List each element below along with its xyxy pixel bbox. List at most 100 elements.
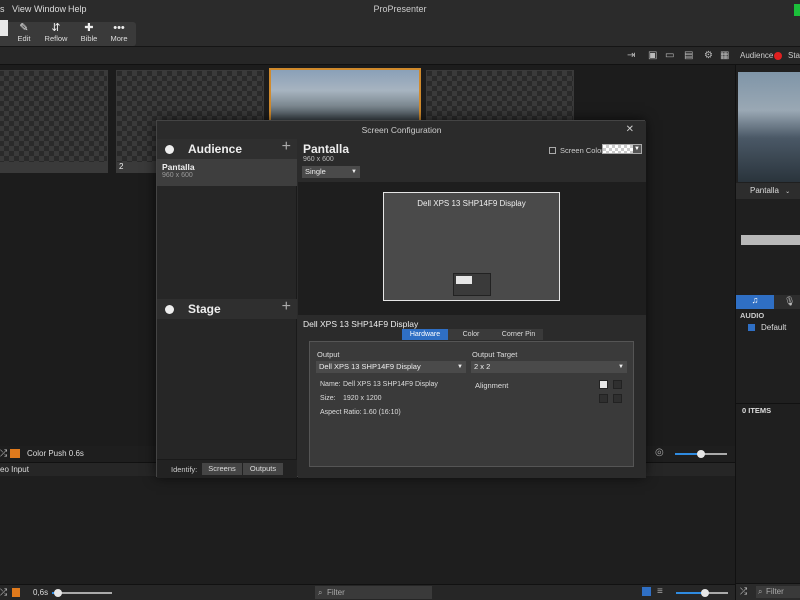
list-view-icon[interactable]: ≡ [657, 586, 663, 597]
slide-thumbnail-selected[interactable] [269, 68, 421, 123]
title-bar: s View Window Help ProPresenter [0, 0, 800, 20]
mode-select[interactable]: Single ▼ [302, 166, 360, 178]
close-icon[interactable]: ✕ [626, 124, 634, 135]
transition-icon[interactable] [10, 449, 20, 458]
alignment-cell[interactable] [599, 380, 608, 389]
tab-hardware[interactable]: Hardware [402, 329, 448, 340]
identify-screens-button[interactable]: Screens [202, 463, 242, 475]
output-target-grid [453, 273, 491, 296]
audience-live-dot[interactable] [774, 52, 782, 60]
audience-label: Audience [740, 51, 774, 60]
screen-select-label: Pantalla [750, 186, 779, 195]
screen-list-item[interactable]: Pantalla 960 x 600 [157, 159, 297, 186]
stage-label: Sta [788, 51, 800, 60]
output-target-select[interactable]: 2 x 2 ▼ [471, 361, 627, 373]
name-label: Name: [320, 381, 341, 388]
slide-label [0, 162, 107, 172]
output-target-value: 2 x 2 [474, 362, 491, 371]
edit-label: Edit [17, 34, 31, 43]
screen-color-checkbox[interactable] [549, 147, 556, 154]
output-target-label: Output Target [472, 350, 518, 359]
image-icon[interactable]: ▭ [665, 50, 674, 61]
output-label: Output [317, 350, 340, 359]
add-stage-screen-button[interactable]: + [282, 298, 291, 316]
audience-heading: Audience [188, 142, 243, 156]
output-select-value: Dell XPS 13 SHP14F9 Display [319, 362, 421, 371]
audio-slider-knob[interactable] [697, 450, 705, 458]
playlist-item-default[interactable]: Default [748, 323, 786, 332]
music-note-icon: ♫ [751, 295, 759, 305]
alignment-cell[interactable] [613, 380, 622, 389]
display-preview[interactable]: Dell XPS 13 SHP14F9 Display [383, 192, 560, 301]
alignment-label: Alignment [475, 381, 509, 390]
aspect-ratio-label: Aspect Ratio: [320, 409, 362, 416]
display-label: Dell XPS 13 SHP14F9 Display [417, 199, 526, 208]
thumb-zoom-knob[interactable] [54, 589, 62, 597]
hardware-panel: Output Dell XPS 13 SHP14F9 Display ▼ Out… [309, 341, 634, 467]
chevron-down-icon: ⌄ [785, 189, 791, 195]
screen-configuration-dialog: Screen Configuration ✕ Audience + Pantal… [156, 120, 646, 478]
screen-canvas: Dell XPS 13 SHP14F9 Display [298, 182, 646, 315]
arrow-right-icon[interactable]: ⇥ [627, 50, 635, 61]
bible-button[interactable]: ✚ Bible [78, 22, 100, 46]
microphone-icon[interactable]: 🎙 [784, 296, 795, 307]
screen-header: Pantalla 960 x 600 Screen Color ▼ [298, 139, 646, 165]
alignment-cell[interactable] [599, 394, 608, 403]
right-panel-tabs: ♫ 🎙 [736, 295, 800, 309]
reflow-label: Reflow [44, 34, 68, 43]
shuffle-icon[interactable]: ⤮ [0, 448, 7, 459]
slide-thumbnail[interactable] [0, 70, 108, 173]
output-select[interactable]: Dell XPS 13 SHP14F9 Display ▼ [316, 361, 466, 373]
filter-input[interactable]: ⌕ Filter [756, 586, 800, 598]
identify-outputs-button[interactable]: Outputs [243, 463, 283, 475]
grid-view-icon[interactable] [642, 587, 651, 596]
gear-icon[interactable]: ⚙ [704, 50, 713, 61]
screen-detail-panel: Pantalla 960 x 600 Screen Color ▼ Single… [298, 139, 646, 478]
screen-name: Pantalla [303, 142, 350, 156]
grid-icon[interactable]: ▦ [720, 50, 729, 61]
screens-list-panel: Audience + Pantalla 960 x 600 Stage + Id… [157, 138, 297, 478]
more-button[interactable]: ••• More [106, 22, 132, 46]
chevron-down-icon: ▼ [457, 364, 463, 370]
more-icon: ••• [113, 22, 125, 34]
props-icon[interactable]: ▤ [684, 50, 693, 61]
identify-bar: Identify: Screens Outputs [157, 459, 297, 478]
screen-select[interactable]: Pantalla ⌄ [736, 183, 800, 199]
filter-placeholder: Filter [327, 588, 345, 597]
display-section-name: Dell XPS 13 SHP14F9 Display [303, 319, 419, 329]
grid-zoom-knob[interactable] [700, 589, 709, 597]
right-panel-footer: ⤮ ⌕ Filter [736, 583, 800, 600]
identify-label: Identify: [171, 465, 198, 474]
toolbar-edge-button[interactable] [0, 20, 8, 36]
level-bar [741, 235, 800, 245]
reflow-button[interactable]: ⇵ Reflow [42, 22, 70, 46]
audience-indicator-icon [165, 145, 174, 154]
screen-item-size: 960 x 600 [162, 172, 193, 179]
transition-icon[interactable] [12, 588, 20, 597]
add-audience-screen-button[interactable]: + [282, 138, 291, 156]
screen-color-swatch[interactable]: ▼ [602, 144, 642, 154]
filter-input[interactable]: ⌕ Filter [315, 586, 432, 599]
bible-label: Bible [80, 34, 98, 43]
tab-corner-pin[interactable]: Corner Pin [494, 329, 543, 340]
audio-dial-icon[interactable]: ◎ [655, 447, 664, 458]
shuffle-icon[interactable]: ⤮ [0, 587, 7, 598]
tab-color[interactable]: Color [448, 329, 494, 340]
audience-section-header: Audience + [157, 138, 297, 159]
dialog-title: Screen Configuration [157, 121, 646, 139]
tab-audio[interactable]: ♫ [736, 295, 774, 309]
shuffle-icon[interactable]: ⤮ [740, 586, 747, 597]
mode-select-value: Single [305, 167, 326, 176]
edit-button[interactable]: ✎ Edit [14, 22, 34, 46]
transition-label[interactable]: Color Push 0.6s [27, 449, 84, 458]
playlist-item-label: Default [761, 323, 787, 332]
mode-row: Single ▼ [298, 165, 646, 182]
size-value: 1920 x 1200 [343, 395, 382, 402]
duration-label: 0,6s [33, 588, 49, 597]
clipboard-icon[interactable]: ▣ [648, 50, 657, 61]
slide-thumbnail[interactable] [426, 70, 574, 125]
alignment-cell[interactable] [613, 394, 622, 403]
stage-indicator-icon [165, 305, 174, 314]
chevron-down-icon: ▼ [633, 145, 641, 153]
chevron-down-icon: ▼ [351, 169, 357, 175]
